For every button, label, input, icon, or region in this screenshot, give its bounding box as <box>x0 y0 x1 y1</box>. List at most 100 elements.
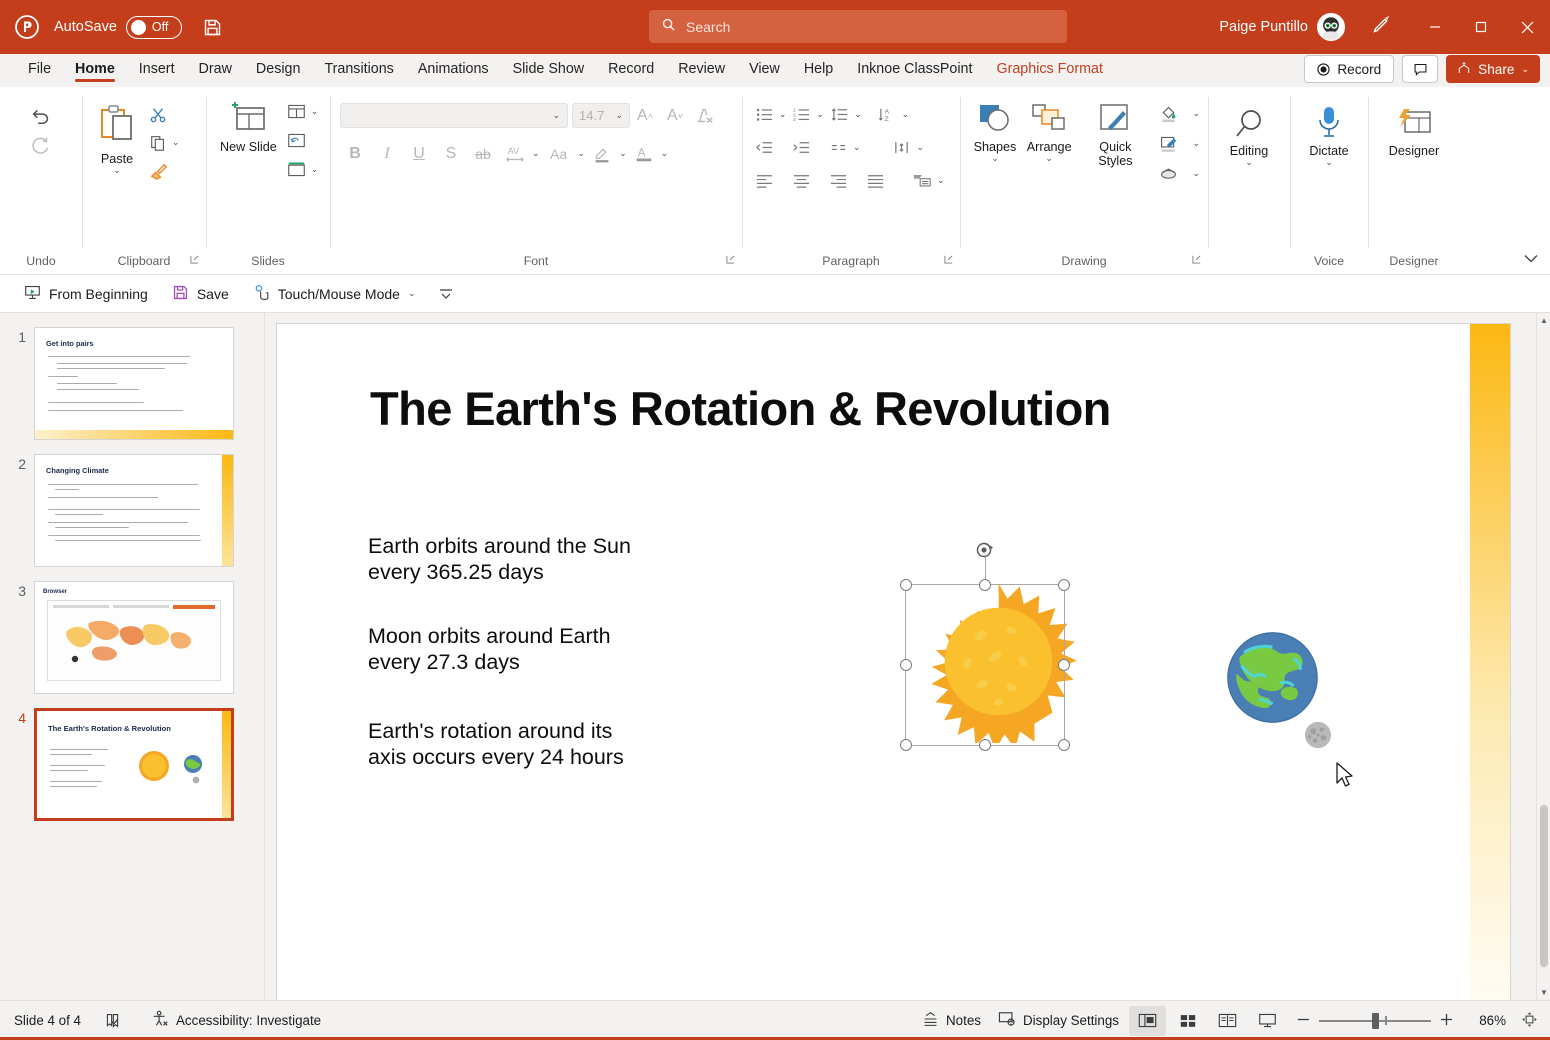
tab-insert[interactable]: Insert <box>128 57 186 85</box>
chevron-down-icon[interactable]: ⌄ <box>311 165 319 174</box>
align-text-vertical-icon[interactable] <box>888 134 916 160</box>
format-painter-icon[interactable] <box>144 157 172 184</box>
zoom-slider[interactable] <box>1319 1020 1431 1022</box>
chevron-down-icon[interactable]: ⌄ <box>1192 139 1200 148</box>
tab-inknoe-classpoint[interactable]: Inknoe ClassPoint <box>846 57 983 85</box>
strikethrough-button[interactable]: ab <box>468 139 498 168</box>
arrange-button[interactable]: Arrange ⌄ <box>1022 97 1076 167</box>
increase-indent-icon[interactable] <box>787 134 815 160</box>
resize-handle-bottom-left[interactable] <box>900 739 912 751</box>
decrease-font-size-icon[interactable]: A˅ <box>660 101 690 130</box>
dialog-launcher-icon[interactable] <box>1192 251 1201 269</box>
moon-graphic[interactable] <box>1304 721 1332 749</box>
scissors-icon[interactable] <box>144 101 172 128</box>
slide-canvas[interactable]: The Earth's Rotation & Revolution Earth … <box>277 324 1510 1000</box>
paste-button[interactable]: Paste ⌄ <box>90 99 144 179</box>
close-icon[interactable] <box>1504 0 1550 54</box>
chevron-down-icon[interactable]: ⌄ <box>615 111 623 120</box>
editor-scrollbar[interactable]: ▲ ▼ <box>1536 313 1550 1000</box>
tab-slide-show[interactable]: Slide Show <box>502 57 596 85</box>
designer-button[interactable]: Designer <box>1383 103 1445 162</box>
dictate-button[interactable]: Dictate ⌄ <box>1302 101 1356 171</box>
touch-mouse-mode-button[interactable]: Touch/Mouse Mode ⌄ <box>243 279 426 309</box>
normal-view-icon[interactable] <box>1129 1006 1166 1036</box>
tab-file[interactable]: File <box>17 57 62 85</box>
tab-animations[interactable]: Animations <box>407 57 500 85</box>
numbered-list-icon[interactable]: 1 2 3 <box>788 101 816 127</box>
change-case-button[interactable]: Aa <box>542 139 576 168</box>
scroll-down-icon[interactable]: ▼ <box>1537 985 1550 1000</box>
earth-graphic[interactable] <box>1225 630 1320 725</box>
zoom-control[interactable]: 86% <box>1297 1011 1542 1031</box>
chevron-down-icon[interactable]: ⌄ <box>1245 158 1253 167</box>
text-highlight-icon[interactable] <box>587 139 617 168</box>
thumbnail-item-1[interactable]: 1 Get into pairs <box>0 327 264 454</box>
copy-icon[interactable] <box>144 129 172 156</box>
autosave-toggle[interactable]: Off <box>126 16 182 39</box>
maximize-icon[interactable] <box>1458 0 1504 54</box>
font-size-input[interactable]: 14.7 ⌄ <box>572 103 630 128</box>
save-button[interactable]: Save <box>162 279 239 309</box>
reset-slide-icon[interactable] <box>283 127 311 154</box>
accessibility-button[interactable]: Accessibility: Investigate <box>144 1006 328 1035</box>
search-input[interactable]: Search <box>686 19 730 35</box>
font-name-input[interactable]: ⌄ <box>340 103 568 128</box>
convert-to-smartart-icon[interactable] <box>908 167 936 193</box>
search-bar[interactable]: Search <box>649 10 1067 43</box>
from-beginning-button[interactable]: From Beginning <box>14 279 158 309</box>
chevron-down-icon[interactable]: ⌄ <box>1045 154 1053 163</box>
chevron-down-icon[interactable]: ⌄ <box>991 154 999 163</box>
slide-body-paragraph-1[interactable]: Earth orbits around the Sun every 365.25… <box>368 534 631 585</box>
tab-record[interactable]: Record <box>597 57 665 85</box>
chevron-down-icon[interactable]: ⌄ <box>917 143 925 152</box>
slide-sorter-icon[interactable] <box>1169 1006 1206 1036</box>
italic-button[interactable]: I <box>372 139 402 168</box>
sun-graphic[interactable] <box>917 580 1080 743</box>
collapse-ribbon-icon[interactable] <box>1524 250 1538 268</box>
chevron-down-icon[interactable]: ⌄ <box>902 110 910 119</box>
slide-body-paragraph-2[interactable]: Moon orbits around Earth every 27.3 days <box>368 624 611 675</box>
increase-font-size-icon[interactable]: A˄ <box>630 101 660 130</box>
decrease-indent-icon[interactable] <box>750 134 778 160</box>
undo-arrow-icon[interactable] <box>27 101 55 128</box>
line-spacing-icon[interactable] <box>825 101 853 127</box>
columns-icon[interactable] <box>824 134 852 160</box>
fit-to-window-icon[interactable] <box>1521 1011 1538 1031</box>
chevron-down-icon[interactable]: ⌄ <box>1325 158 1333 167</box>
redo-arrow-icon[interactable] <box>27 132 55 159</box>
chevron-down-icon[interactable]: ⌄ <box>937 176 945 185</box>
tab-draw[interactable]: Draw <box>188 57 243 85</box>
save-disk-icon[interactable] <box>202 17 223 38</box>
record-button[interactable]: Record <box>1304 55 1394 83</box>
resize-handle-middle-left[interactable] <box>900 659 912 671</box>
display-settings-button[interactable]: Display Settings <box>991 1007 1126 1034</box>
chevron-down-icon[interactable]: ⌄ <box>172 138 180 147</box>
chevron-down-icon[interactable]: ⌄ <box>661 149 669 158</box>
thumbnail-slide-4[interactable]: The Earth's Rotation & Revolution <box>34 708 234 821</box>
thumbnail-item-4[interactable]: 4 The Earth's Rotation & Revolution <box>0 708 264 835</box>
slide-title[interactable]: The Earth's Rotation & Revolution <box>370 381 1111 436</box>
chevron-down-icon[interactable]: ⌄ <box>532 149 540 158</box>
share-button[interactable]: Share ⌄ <box>1446 55 1540 83</box>
chevron-down-icon[interactable]: ⌄ <box>311 107 319 116</box>
chevron-down-icon[interactable]: ⌄ <box>1192 109 1200 118</box>
slide-thumbnail-panel[interactable]: 1 Get into pairs 2 <box>0 313 265 1000</box>
scrollbar-thumb[interactable] <box>1540 805 1548 967</box>
tab-review[interactable]: Review <box>667 57 736 85</box>
spell-check-icon[interactable] <box>97 1008 128 1033</box>
thumbnail-item-2[interactable]: 2 Changing Climate <box>0 454 264 581</box>
character-spacing-icon[interactable]: AV <box>500 139 530 168</box>
resize-handle-top-left[interactable] <box>900 579 912 591</box>
more-commands-icon[interactable] <box>429 283 463 305</box>
text-shadow-button[interactable]: S <box>436 139 466 168</box>
tab-home[interactable]: Home <box>64 57 126 85</box>
scroll-up-icon[interactable]: ▲ <box>1537 313 1550 328</box>
dialog-launcher-icon[interactable] <box>944 251 953 269</box>
zoom-in-icon[interactable] <box>1440 1013 1453 1029</box>
slide-show-icon[interactable] <box>1249 1006 1286 1036</box>
chevron-down-icon[interactable]: ⌄ <box>578 149 586 158</box>
comment-icon[interactable] <box>1402 55 1438 83</box>
text-direction-icon[interactable]: A Z <box>873 101 901 127</box>
dialog-launcher-icon[interactable] <box>726 251 735 269</box>
underline-button[interactable]: U <box>404 139 434 168</box>
